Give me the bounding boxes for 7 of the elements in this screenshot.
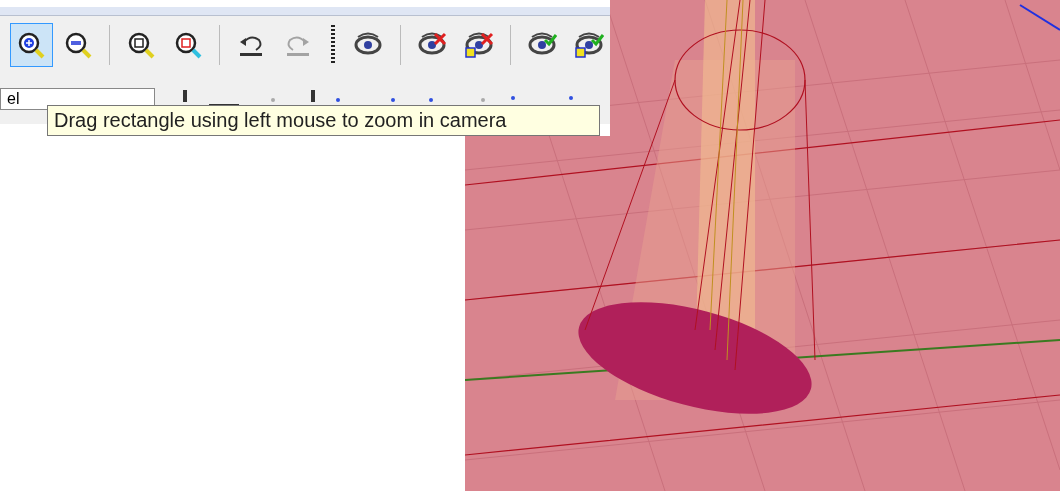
eye-cross-box-icon [463, 30, 494, 60]
tooltip: Drag rectangle using left mouse to zoom in camera [47, 105, 600, 136]
zoom-fit-icon [126, 30, 157, 60]
eye-check-box-icon [573, 30, 604, 60]
zoom-in-icon [16, 30, 47, 60]
grip-handle[interactable] [331, 25, 336, 65]
zoom-in-button[interactable] [10, 23, 53, 67]
